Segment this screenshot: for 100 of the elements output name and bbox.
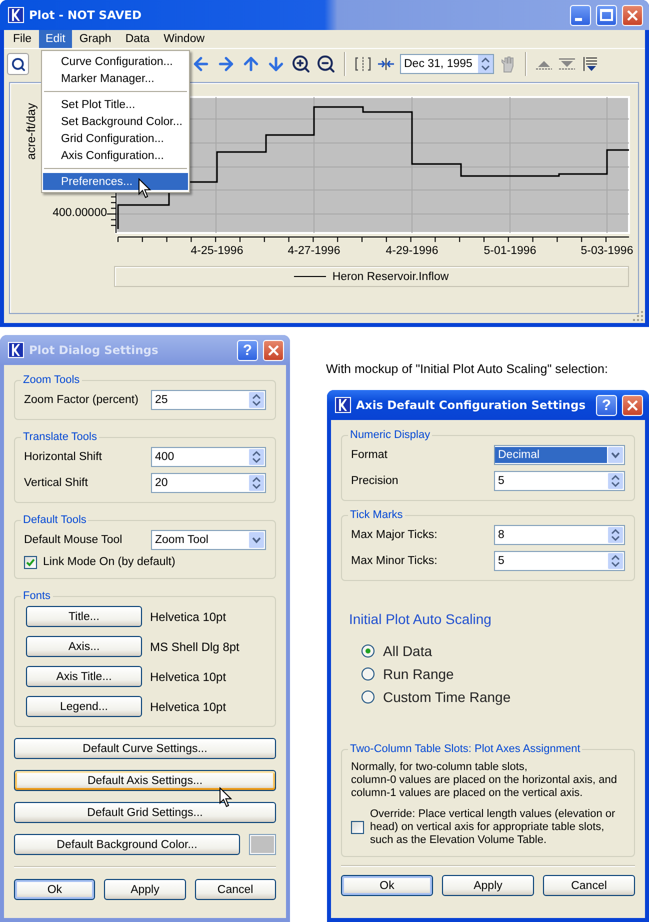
checkbox-label: Link Mode On (by default) xyxy=(43,556,176,568)
group-title: Fonts xyxy=(22,590,52,602)
menu-entry[interactable]: Preferences... xyxy=(43,173,188,190)
dropdown-field[interactable]: Decimal xyxy=(494,445,625,465)
maximize-button[interactable] xyxy=(596,4,617,26)
dialog-button[interactable]: Cancel xyxy=(194,879,276,900)
close-button[interactable] xyxy=(622,4,643,26)
font-button[interactable]: Title... xyxy=(26,606,142,627)
dialog-button[interactable]: Apply xyxy=(104,879,186,900)
spin-arrows-icon[interactable] xyxy=(608,473,623,489)
field-label: Max Major Ticks: xyxy=(351,529,438,541)
spin-arrows-icon[interactable] xyxy=(608,553,623,569)
menu-entry[interactable]: Set Plot Title... xyxy=(43,96,188,113)
dropdown-field[interactable]: Zoom Tool xyxy=(151,530,266,550)
spin-arrows-icon[interactable] xyxy=(249,449,264,465)
menu-item[interactable]: Data xyxy=(118,30,157,48)
close-icon[interactable] xyxy=(268,344,279,356)
spinner-field[interactable]: 5 xyxy=(494,471,625,491)
field-label: Zoom Factor (percent) xyxy=(24,394,138,406)
close-button[interactable] xyxy=(263,340,284,360)
menu-entry[interactable]: Set Background Color... xyxy=(43,113,188,130)
field-label: Vertical Shift xyxy=(24,477,88,489)
description-text: Normally, for two-column table slots, column-0 values are placed on the horizontal axis, and column-1 values are placed on the vertical axis. xyxy=(351,761,618,800)
spinner-field[interactable]: 5 xyxy=(494,551,625,571)
radio-button[interactable] xyxy=(361,644,375,658)
font-button[interactable]: Legend... xyxy=(26,696,142,717)
settings-button[interactable]: Default Background Color... xyxy=(14,834,240,855)
field-label: Max Minor Ticks: xyxy=(351,555,438,567)
menu-entry[interactable]: Grid Configuration... xyxy=(43,130,188,147)
tick-label: 4-27-1996 xyxy=(288,245,340,257)
color-swatch[interactable] xyxy=(249,834,276,855)
menu-item[interactable]: Window xyxy=(156,30,212,48)
settings-button[interactable]: Default Curve Settings... xyxy=(14,738,276,759)
spinner-field[interactable]: 25 xyxy=(151,390,266,410)
arrow-down-icon[interactable] xyxy=(266,54,286,74)
font-value: Helvetica 10pt xyxy=(150,670,226,684)
legend-label: Heron Reservoir.Inflow xyxy=(332,270,449,282)
menu-entry[interactable]: Curve Configuration... xyxy=(43,53,188,70)
axis-title: acre-ft/day xyxy=(24,103,38,160)
radio-button[interactable] xyxy=(361,690,375,704)
resize-grip-icon[interactable] xyxy=(632,310,643,321)
settings-button[interactable]: Default Axis Settings... xyxy=(14,770,276,791)
dialog-button[interactable]: Ok xyxy=(341,875,433,896)
close-button[interactable] xyxy=(622,394,643,416)
dialog-button[interactable]: Cancel xyxy=(543,875,635,896)
arrow-right-icon[interactable] xyxy=(216,54,236,74)
close-icon[interactable] xyxy=(627,400,638,410)
tick-label: 4-29-1996 xyxy=(386,245,438,257)
window-title: Axis Default Configuration Settings xyxy=(356,398,587,412)
legend-line-icon xyxy=(294,275,326,278)
group-title: Zoom Tools xyxy=(22,374,81,386)
app-icon xyxy=(335,397,351,413)
split-view-icon[interactable] xyxy=(354,55,372,73)
tick-label: 5-01-1996 xyxy=(484,245,536,257)
spinner-field[interactable]: 20 xyxy=(151,473,266,493)
group-title: Numeric Display xyxy=(349,429,432,441)
list-down-icon[interactable] xyxy=(581,55,599,73)
spin-arrows-icon[interactable] xyxy=(249,392,264,408)
checkbox[interactable] xyxy=(24,556,37,569)
app-icon xyxy=(8,7,24,23)
checkbox-label: Override: Place vertical length values (elevation or head) on vertical axis for appropriate table slots, such as the Elevation Volume Table. xyxy=(370,808,616,847)
zoom-in-icon[interactable] xyxy=(291,54,311,74)
menu-item[interactable]: File xyxy=(6,30,39,48)
menu-entry[interactable]: Marker Manager... xyxy=(43,70,188,87)
spinner-field[interactable]: 8 xyxy=(494,525,625,545)
tick-label: 400.00000 xyxy=(52,207,107,219)
group-title: Default Tools xyxy=(22,514,88,526)
radio-label: Run Range xyxy=(383,666,454,682)
dialog-button[interactable]: Apply xyxy=(442,875,534,896)
menu-item[interactable]: Edit xyxy=(38,30,72,48)
zoom-out-icon[interactable] xyxy=(316,54,336,74)
collapse-icon[interactable] xyxy=(377,55,395,73)
menu-entry[interactable]: Axis Configuration... xyxy=(43,147,188,164)
menu-item[interactable]: Graph xyxy=(72,30,118,48)
field-label: Horizontal Shift xyxy=(24,451,102,463)
group-title: Tick Marks xyxy=(349,509,404,521)
minimize-button[interactable] xyxy=(570,4,591,26)
close-icon[interactable] xyxy=(627,10,638,20)
arrow-up-icon[interactable] xyxy=(241,54,261,74)
caption: With mockup of "Initial Plot Auto Scaling" selection: xyxy=(326,361,609,378)
font-value: Helvetica 10pt xyxy=(150,610,226,624)
spin-arrows-icon[interactable] xyxy=(249,475,264,491)
radio-button[interactable] xyxy=(361,667,375,681)
group-title: Two-Column Table Slots: Plot Axes Assignment xyxy=(349,743,582,755)
font-button[interactable]: Axis... xyxy=(26,636,142,657)
spinner-field[interactable]: 400 xyxy=(151,447,266,467)
zoom-tool-button[interactable] xyxy=(7,53,29,75)
dialog-button[interactable]: Ok xyxy=(14,879,96,900)
font-value: MS Shell Dlg 8pt xyxy=(150,640,240,654)
field-label: Format xyxy=(351,449,388,461)
group-title: Translate Tools xyxy=(22,431,98,443)
date-spinner[interactable]: Dec 31, 1995 xyxy=(400,54,494,74)
arrow-left-icon[interactable] xyxy=(191,54,211,74)
settings-button[interactable]: Default Grid Settings... xyxy=(14,802,276,823)
font-button[interactable]: Axis Title... xyxy=(26,666,142,687)
pointer-icon xyxy=(219,787,233,808)
tick-label: 4-25-1996 xyxy=(190,245,244,257)
checkbox[interactable] xyxy=(351,821,364,834)
spin-arrows-icon[interactable] xyxy=(608,527,623,543)
field-label: Precision xyxy=(351,475,398,487)
